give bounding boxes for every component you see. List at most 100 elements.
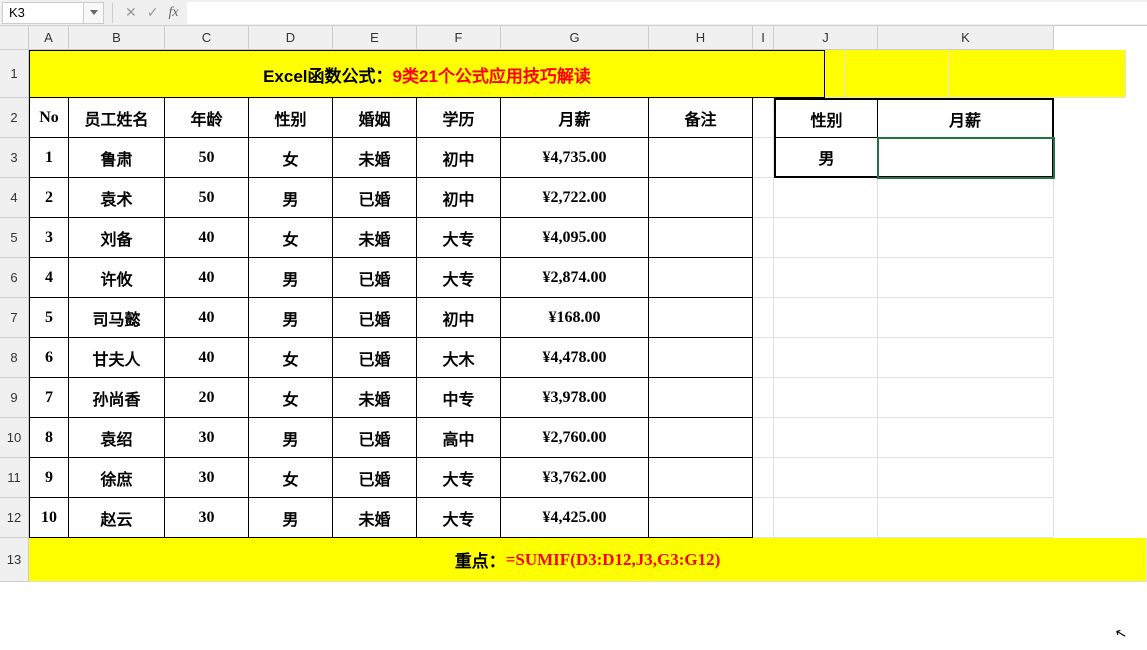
cell-r3-c2[interactable]: 50 xyxy=(165,138,249,178)
cell-r4-c2[interactable]: 50 xyxy=(165,178,249,218)
cell-r7-c0[interactable]: 5 xyxy=(29,298,69,338)
cell-r6-c5[interactable]: 大专 xyxy=(417,258,501,298)
name-box[interactable]: K3 xyxy=(2,2,84,24)
column-header-D[interactable]: D xyxy=(249,26,333,50)
cell-K1[interactable] xyxy=(950,50,1126,98)
cell-J9[interactable] xyxy=(774,378,878,418)
cell-I2[interactable] xyxy=(753,98,774,138)
header-2[interactable]: 年龄 xyxy=(165,98,249,138)
side-cell-1[interactable] xyxy=(878,138,1054,178)
cell-r12-c1[interactable]: 赵云 xyxy=(69,498,165,538)
note-cell[interactable]: 重点：=SUMIF(D3:D12,J3,G3:G12) xyxy=(29,538,1147,582)
name-box-dropdown[interactable] xyxy=(84,2,104,24)
cell-r3-c1[interactable]: 鲁肃 xyxy=(69,138,165,178)
cell-r8-c5[interactable]: 大木 xyxy=(417,338,501,378)
cell-I11[interactable] xyxy=(753,458,774,498)
row-header-6[interactable]: 6 xyxy=(0,258,29,298)
cell-r10-c6[interactable]: ¥2,760.00 xyxy=(501,418,649,458)
header-3[interactable]: 性别 xyxy=(249,98,333,138)
cell-r11-c5[interactable]: 大专 xyxy=(417,458,501,498)
cell-r9-c6[interactable]: ¥3,978.00 xyxy=(501,378,649,418)
row-header-11[interactable]: 11 xyxy=(0,458,29,498)
cell-r7-c7[interactable] xyxy=(649,298,753,338)
cell-r9-c3[interactable]: 女 xyxy=(249,378,333,418)
cell-I1[interactable] xyxy=(825,50,846,98)
title-cell[interactable]: Excel函数公式：9类21个公式应用技巧解读 xyxy=(29,50,825,98)
cell-I9[interactable] xyxy=(753,378,774,418)
cell-I12[interactable] xyxy=(753,498,774,538)
column-header-F[interactable]: F xyxy=(417,26,501,50)
cell-r5-c5[interactable]: 大专 xyxy=(417,218,501,258)
cell-r10-c7[interactable] xyxy=(649,418,753,458)
cell-r9-c7[interactable] xyxy=(649,378,753,418)
cell-r8-c1[interactable]: 甘夫人 xyxy=(69,338,165,378)
cell-K4[interactable] xyxy=(878,178,1054,218)
cell-K7[interactable] xyxy=(878,298,1054,338)
column-header-C[interactable]: C xyxy=(165,26,249,50)
header-6[interactable]: 月薪 xyxy=(501,98,649,138)
row-header-2[interactable]: 2 xyxy=(0,98,29,138)
cell-J4[interactable] xyxy=(774,178,878,218)
cell-r10-c4[interactable]: 已婚 xyxy=(333,418,417,458)
cell-K8[interactable] xyxy=(878,338,1054,378)
row-header-5[interactable]: 5 xyxy=(0,218,29,258)
cell-r8-c4[interactable]: 已婚 xyxy=(333,338,417,378)
cell-r10-c2[interactable]: 30 xyxy=(165,418,249,458)
column-header-J[interactable]: J xyxy=(774,26,878,50)
side-header-0[interactable]: 性别 xyxy=(774,98,878,138)
cell-r4-c6[interactable]: ¥2,722.00 xyxy=(501,178,649,218)
cell-r9-c4[interactable]: 未婚 xyxy=(333,378,417,418)
cell-r3-c7[interactable] xyxy=(649,138,753,178)
cell-K12[interactable] xyxy=(878,498,1054,538)
cell-K9[interactable] xyxy=(878,378,1054,418)
cell-J1[interactable] xyxy=(846,50,950,98)
side-header-1[interactable]: 月薪 xyxy=(878,98,1054,138)
cell-K5[interactable] xyxy=(878,218,1054,258)
cell-r4-c0[interactable]: 2 xyxy=(29,178,69,218)
cell-r7-c6[interactable]: ¥168.00 xyxy=(501,298,649,338)
cell-r9-c5[interactable]: 中专 xyxy=(417,378,501,418)
header-5[interactable]: 学历 xyxy=(417,98,501,138)
cell-r9-c2[interactable]: 20 xyxy=(165,378,249,418)
cell-r7-c4[interactable]: 已婚 xyxy=(333,298,417,338)
row-header-12[interactable]: 12 xyxy=(0,498,29,538)
cell-r12-c0[interactable]: 10 xyxy=(29,498,69,538)
cell-r4-c5[interactable]: 初中 xyxy=(417,178,501,218)
cell-I6[interactable] xyxy=(753,258,774,298)
row-header-9[interactable]: 9 xyxy=(0,378,29,418)
cell-r3-c3[interactable]: 女 xyxy=(249,138,333,178)
cell-r11-c7[interactable] xyxy=(649,458,753,498)
cell-r8-c3[interactable]: 女 xyxy=(249,338,333,378)
cell-K6[interactable] xyxy=(878,258,1054,298)
cell-J11[interactable] xyxy=(774,458,878,498)
fx-icon[interactable]: fx xyxy=(168,5,178,21)
grid[interactable]: Excel函数公式：9类21个公式应用技巧解读No员工姓名年龄性别婚姻学历月薪备… xyxy=(29,50,1147,582)
cell-r7-c2[interactable]: 40 xyxy=(165,298,249,338)
cell-r5-c1[interactable]: 刘备 xyxy=(69,218,165,258)
cell-r10-c1[interactable]: 袁绍 xyxy=(69,418,165,458)
cell-r9-c1[interactable]: 孙尚香 xyxy=(69,378,165,418)
cell-r11-c6[interactable]: ¥3,762.00 xyxy=(501,458,649,498)
cell-r10-c5[interactable]: 高中 xyxy=(417,418,501,458)
cell-r6-c2[interactable]: 40 xyxy=(165,258,249,298)
cell-r5-c4[interactable]: 未婚 xyxy=(333,218,417,258)
cell-J7[interactable] xyxy=(774,298,878,338)
cell-r9-c0[interactable]: 7 xyxy=(29,378,69,418)
cell-r3-c5[interactable]: 初中 xyxy=(417,138,501,178)
cell-I4[interactable] xyxy=(753,178,774,218)
cell-J12[interactable] xyxy=(774,498,878,538)
cell-r5-c6[interactable]: ¥4,095.00 xyxy=(501,218,649,258)
cell-J10[interactable] xyxy=(774,418,878,458)
formula-input[interactable] xyxy=(187,2,1147,24)
cell-r4-c7[interactable] xyxy=(649,178,753,218)
row-header-1[interactable]: 1 xyxy=(0,50,29,98)
cell-r8-c7[interactable] xyxy=(649,338,753,378)
row-header-13[interactable]: 13 xyxy=(0,538,29,582)
cell-r6-c1[interactable]: 许攸 xyxy=(69,258,165,298)
header-1[interactable]: 员工姓名 xyxy=(69,98,165,138)
cell-r5-c2[interactable]: 40 xyxy=(165,218,249,258)
cell-r4-c3[interactable]: 男 xyxy=(249,178,333,218)
side-cell-0[interactable]: 男 xyxy=(774,138,878,178)
cell-r3-c0[interactable]: 1 xyxy=(29,138,69,178)
cell-r7-c1[interactable]: 司马懿 xyxy=(69,298,165,338)
